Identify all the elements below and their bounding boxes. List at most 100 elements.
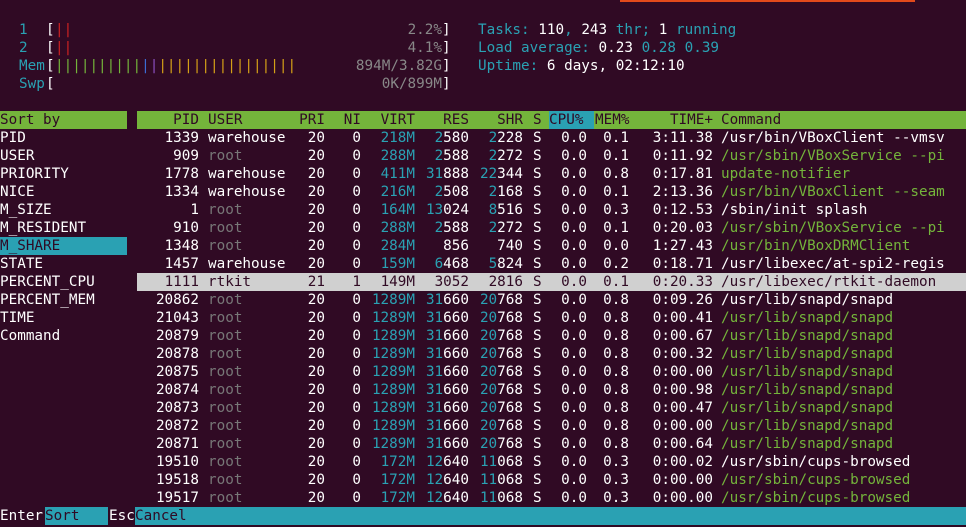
cell-user: root bbox=[208, 346, 243, 362]
process-row[interactable]: 1339 warehouse 20 0 218M 2580 2228 S 0.0 0.1 3:11.… bbox=[137, 129, 966, 147]
cell-ni: 0 bbox=[352, 238, 361, 254]
sort-option-pid[interactable]: PID bbox=[0, 129, 127, 147]
cell-s: S bbox=[533, 418, 542, 434]
meter-bracket-open: [ bbox=[46, 76, 55, 92]
sort-option-m-size[interactable]: M_SIZE bbox=[0, 201, 127, 219]
process-row[interactable]: 1111 rtkit 21 1 149M 3052 2816 S 0.0 0.1 0:20.33/u… bbox=[137, 273, 966, 291]
process-row[interactable]: 20879 root 20 0 1289M 31660 20768 S 0.0 0.8 0:00.6… bbox=[137, 327, 966, 345]
meter-cpu2: 2 [|| 4.1%] bbox=[0, 39, 460, 57]
process-row[interactable]: 909 root 20 0 288M 2588 2272 S 0.0 0.1 0:11.92/usr… bbox=[137, 147, 966, 165]
sort-option-m-share[interactable]: M_SHARE bbox=[0, 237, 127, 255]
cell-shr: 20768 bbox=[479, 382, 523, 398]
cell-s: S bbox=[533, 400, 542, 416]
cell-virt: 149M bbox=[380, 274, 415, 290]
cell-cmd: /usr/lib/snapd/snapd bbox=[721, 328, 894, 344]
cell-mem: 0.8 bbox=[603, 418, 629, 434]
process-row[interactable]: 19510 root 20 0 172M 12640 11068 S 0.0 0.3 0:00.02… bbox=[137, 453, 966, 471]
cell-time: 3:11.38 bbox=[652, 130, 713, 146]
process-row[interactable]: 20873 root 20 0 1289M 31660 20768 S 0.0 0.8 0:00.4… bbox=[137, 399, 966, 417]
sort-option-nice[interactable]: NICE bbox=[0, 183, 127, 201]
cell-cpu: 0.0 bbox=[561, 400, 587, 416]
cell-virt: 288M bbox=[380, 148, 415, 164]
sort-option-percent-mem[interactable]: PERCENT_MEM bbox=[0, 291, 127, 309]
cell-cpu: 0.0 bbox=[561, 256, 587, 272]
cell-pid: 21043 bbox=[155, 310, 199, 326]
col-res[interactable]: RES bbox=[417, 111, 469, 129]
cancel-action[interactable]: Cancel bbox=[135, 507, 966, 525]
sort-option-command[interactable]: Command bbox=[0, 327, 127, 345]
cell-user: root bbox=[208, 400, 243, 416]
sort-option-priority[interactable]: PRIORITY bbox=[0, 165, 127, 183]
esc-key[interactable]: Esc bbox=[109, 507, 135, 525]
process-row[interactable]: 1778 warehouse 20 0 411M 31888 22344 S 0.0 0.8 0:1… bbox=[137, 165, 966, 183]
cell-ni: 0 bbox=[352, 436, 361, 452]
sort-action[interactable]: Sort bbox=[45, 507, 108, 525]
sort-option-state[interactable]: STATE bbox=[0, 255, 127, 273]
cell-time: 0:00.41 bbox=[652, 310, 713, 326]
sort-option-m-resident[interactable]: M_RESIDENT bbox=[0, 219, 127, 237]
col-command[interactable]: Command bbox=[721, 111, 781, 129]
cell-cmd: /usr/lib/snapd/snapd bbox=[721, 418, 894, 434]
cell-ni: 0 bbox=[352, 418, 361, 434]
cell-shr: 20768 bbox=[479, 292, 523, 308]
cell-s: S bbox=[533, 490, 542, 506]
process-row[interactable]: 910 root 20 0 288M 2588 2272 S 0.0 0.1 0:20.03/usr… bbox=[137, 219, 966, 237]
cell-ni: 0 bbox=[352, 166, 361, 182]
running-label: running bbox=[667, 22, 737, 38]
cell-res: 31660 bbox=[425, 328, 469, 344]
cell-pid: 20879 bbox=[155, 328, 199, 344]
cell-virt: 1289M bbox=[371, 382, 415, 398]
cell-user: rtkit bbox=[208, 274, 252, 290]
col-user[interactable]: USER bbox=[208, 111, 242, 129]
cell-cmd: /usr/lib/snapd/snapd bbox=[721, 436, 894, 452]
cell-cmd: /usr/lib/snapd/snapd bbox=[721, 292, 894, 308]
cell-time: 0:00.47 bbox=[652, 400, 713, 416]
cell-cpu: 0.0 bbox=[561, 292, 587, 308]
cell-shr: 20768 bbox=[479, 346, 523, 362]
cell-s: S bbox=[533, 220, 542, 236]
process-row[interactable]: 20862 root 20 0 1289M 31660 20768 S 0.0 0.8 0:09.2… bbox=[137, 291, 966, 309]
process-row[interactable]: 1457 warehouse 20 0 159M 6468 5824 S 0.0 0.2 0:18.… bbox=[137, 255, 966, 273]
meter-bracket-close: ] bbox=[442, 22, 451, 38]
tasks-line: Tasks: 110, 243 thr; 1 running bbox=[478, 22, 737, 38]
enter-key[interactable]: Enter bbox=[0, 507, 43, 525]
cell-cpu: 0.0 bbox=[561, 166, 587, 182]
cell-pid: 910 bbox=[173, 220, 199, 236]
process-row[interactable]: 20875 root 20 0 1289M 31660 20768 S 0.0 0.8 0:00.0… bbox=[137, 363, 966, 381]
col-mem[interactable]: MEM% bbox=[595, 111, 629, 129]
cell-res: 12640 bbox=[425, 472, 469, 488]
sort-option-user[interactable]: USER bbox=[0, 147, 127, 165]
cell-mem: 0.8 bbox=[603, 400, 629, 416]
cell-mem: 0.3 bbox=[603, 472, 629, 488]
process-row[interactable]: 20874 root 20 0 1289M 31660 20768 S 0.0 0.8 0:00.9… bbox=[137, 381, 966, 399]
process-row[interactable]: 1334 warehouse 20 0 216M 2508 2168 S 0.0 0.1 2:13.… bbox=[137, 183, 966, 201]
sort-option-time[interactable]: TIME bbox=[0, 309, 127, 327]
col-time[interactable]: TIME+ bbox=[643, 111, 713, 129]
cell-cpu: 0.0 bbox=[561, 418, 587, 434]
process-row[interactable]: 1 root 20 0 164M 13024 8516 S 0.0 0.3 0:12.53/sbin… bbox=[137, 201, 966, 219]
col-virt[interactable]: VIRT bbox=[363, 111, 415, 129]
uptime-value: 6 days, 02:12:10 bbox=[546, 58, 685, 74]
cell-pri: 20 bbox=[307, 220, 325, 236]
process-row[interactable]: 21043 root 20 0 1289M 31660 20768 S 0.0 0.8 0:00.4… bbox=[137, 309, 966, 327]
sort-option-percent-cpu[interactable]: PERCENT_CPU bbox=[0, 273, 127, 291]
process-row[interactable]: 19517 root 20 0 172M 12640 11068 S 0.0 0.3 0:00.00… bbox=[137, 489, 966, 507]
col-shr[interactable]: SHR bbox=[471, 111, 523, 129]
col-cpu[interactable]: CPU% bbox=[549, 111, 594, 129]
col-pri[interactable]: PRI bbox=[287, 111, 325, 129]
cell-mem: 0.1 bbox=[603, 130, 629, 146]
load-1min: 0.23 bbox=[598, 40, 633, 56]
process-row[interactable]: 20872 root 20 0 1289M 31660 20768 S 0.0 0.8 0:00.0… bbox=[137, 417, 966, 435]
process-row[interactable]: 20871 root 20 0 1289M 31660 20768 S 0.0 0.8 0:00.6… bbox=[137, 435, 966, 453]
cell-time: 0:00.32 bbox=[652, 346, 713, 362]
meter-bars: |||||||||||||||||||||||||||| bbox=[55, 58, 297, 74]
cell-mem: 0.3 bbox=[603, 490, 629, 506]
process-row[interactable]: 1348 root 20 0 284M 856 740 S 0.0 0.0 1:27.43/usr/… bbox=[137, 237, 966, 255]
process-row[interactable]: 20878 root 20 0 1289M 31660 20768 S 0.0 0.8 0:00.3… bbox=[137, 345, 966, 363]
col-state[interactable]: S bbox=[533, 111, 542, 129]
col-pid[interactable]: PID bbox=[137, 111, 199, 129]
process-row[interactable]: 19518 root 20 0 172M 12640 11068 S 0.0 0.3 0:00.00… bbox=[137, 471, 966, 489]
cell-user: root bbox=[208, 328, 243, 344]
cell-pri: 20 bbox=[307, 490, 325, 506]
col-ni[interactable]: NI bbox=[327, 111, 361, 129]
